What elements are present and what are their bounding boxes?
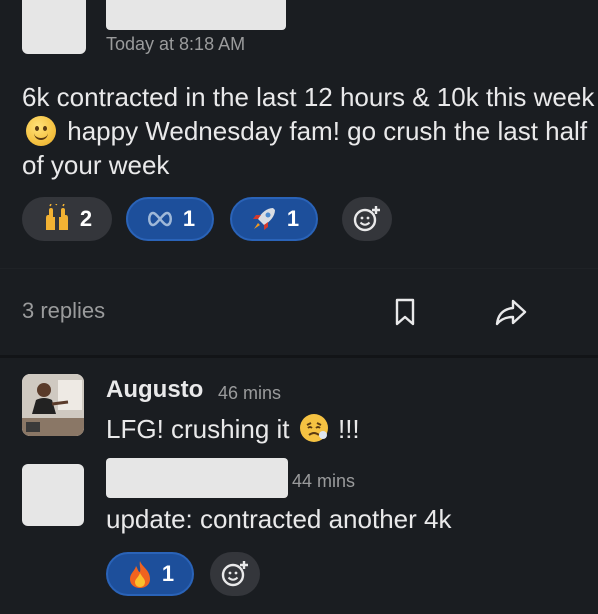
persevering-face-icon [299, 414, 328, 442]
share-button[interactable] [494, 296, 528, 328]
reply-username[interactable]: Augusto [106, 376, 203, 404]
rocket-icon [252, 208, 275, 230]
section-divider [0, 355, 598, 358]
infinity-icon [147, 211, 172, 227]
share-arrow-icon [495, 299, 527, 326]
reply2-username-redacted[interactable] [106, 458, 288, 498]
add-reaction-button[interactable] [210, 552, 260, 596]
bookmark-button[interactable] [390, 296, 420, 328]
message-text-part1: 6k contracted in the last 12 hours & 10k… [22, 82, 595, 112]
user-photo-icon [22, 374, 84, 436]
reply-timestamp[interactable]: 46 mins [218, 383, 281, 404]
reaction-raised-hands[interactable]: 2 [22, 197, 112, 241]
slightly-smiling-face-icon [26, 116, 56, 146]
author-name-redacted[interactable] [106, 0, 286, 30]
message-timestamp[interactable]: Today at 8:18 AM [106, 34, 245, 55]
avatar[interactable] [22, 374, 84, 436]
message-text-part2: happy Wednesday fam! go crush the last h… [22, 116, 588, 180]
reply2-text: update: contracted another 4k [106, 504, 452, 534]
reaction-count: 1 [182, 206, 196, 231]
reply-text-suffix: !!! [337, 414, 360, 444]
add-reaction-icon [353, 206, 380, 232]
replies-link[interactable]: 3 replies [22, 298, 105, 324]
author-avatar-redacted[interactable] [22, 0, 86, 54]
reaction-count: 2 [79, 206, 93, 231]
reaction-rocket[interactable]: 1 [230, 197, 318, 241]
reply-text-main: LFG! crushing it [106, 414, 290, 444]
reaction-infinity[interactable]: 1 [126, 197, 214, 241]
add-reaction-icon [221, 561, 248, 587]
reaction-count: 1 [161, 561, 175, 586]
add-reaction-button[interactable] [342, 197, 392, 241]
bookmark-icon [395, 298, 415, 326]
reaction-count: 1 [286, 206, 300, 231]
fire-icon [129, 561, 150, 588]
reply2-avatar-redacted[interactable] [22, 464, 84, 526]
thread-divider [0, 268, 598, 269]
raised-hands-icon [45, 204, 68, 230]
reaction-fire[interactable]: 1 [106, 552, 194, 596]
message-text: 6k contracted in the last 12 hours & 10k… [22, 80, 598, 182]
reply-text: LFG! crushing it !!! [106, 412, 586, 446]
reply2-timestamp[interactable]: 44 mins [292, 471, 355, 492]
